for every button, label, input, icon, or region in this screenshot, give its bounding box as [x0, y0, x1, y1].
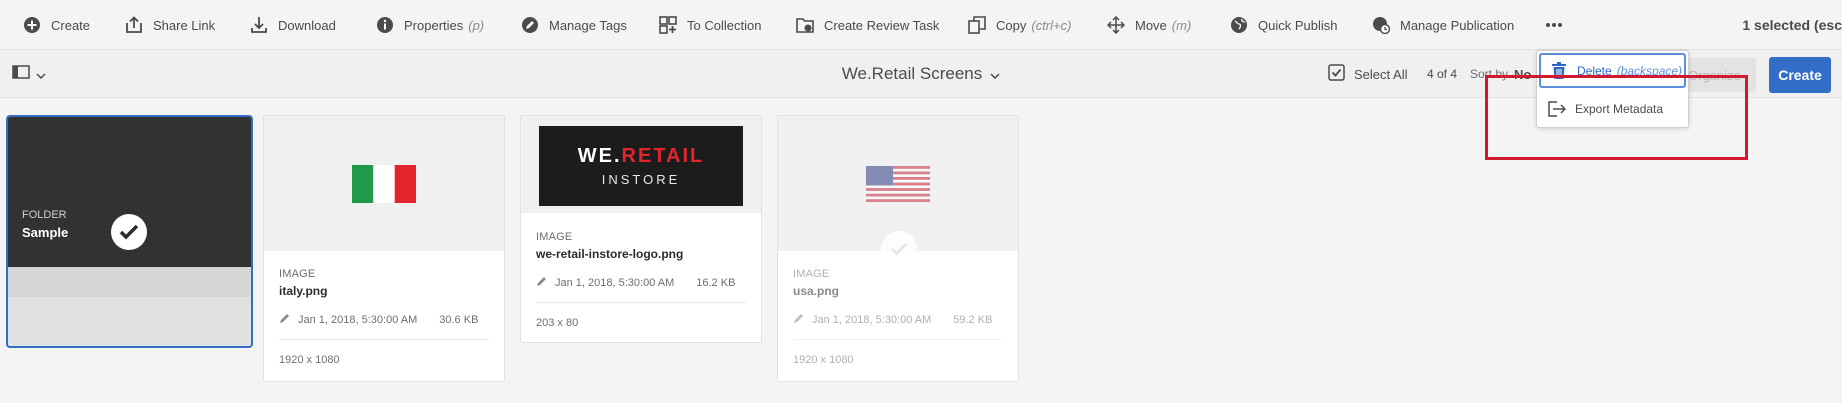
- card-info-row: Jan 1, 2018, 5:30:00 AM 30.6 KB: [279, 313, 489, 340]
- pencil-icon: [536, 276, 547, 290]
- card-kind: IMAGE: [536, 231, 573, 243]
- sidebar-icon: [12, 65, 30, 84]
- create-action-label: Create: [51, 17, 91, 33]
- page-title[interactable]: We.Retail Screens: [842, 64, 1000, 84]
- copy-label: Copy: [996, 17, 1027, 33]
- select-all-label: Select All: [1354, 66, 1408, 82]
- checkbox-checked-icon: [1328, 64, 1345, 84]
- properties-action[interactable]: Properties (p): [375, 0, 484, 50]
- folder-label: FOLDER Sample: [22, 209, 68, 240]
- create-review-task-label: Create Review Task: [824, 17, 940, 33]
- card-kind: IMAGE: [793, 268, 830, 280]
- chevron-down-icon: [36, 66, 46, 84]
- card-file-size: 59.2 KB: [953, 314, 993, 326]
- logo-text-instore: INSTORE: [601, 171, 681, 187]
- properties-shortcut: (p): [468, 17, 485, 33]
- download-label: Download: [278, 17, 336, 33]
- asset-meta: IMAGE usa.png Jan 1, 2018, 5:30:00 AM 59…: [793, 268, 1003, 366]
- properties-label: Properties: [404, 17, 464, 33]
- more-icon: [1544, 15, 1564, 35]
- folder-card-sample[interactable]: FOLDER Sample: [6, 115, 253, 348]
- card-modified-date: Jan 1, 2018, 5:30:00 AM: [812, 314, 932, 326]
- share-icon: [124, 15, 144, 35]
- logo-text-retail: RETAIL: [621, 144, 705, 167]
- highlight-annotation-box: [1485, 75, 1748, 160]
- action-bar: Create Share Link Download Properties (p)…: [0, 0, 1842, 50]
- card-title: italy.png: [279, 284, 328, 298]
- card-file-size: 30.6 KB: [439, 314, 479, 326]
- card-dimensions: 203 x 80: [536, 317, 579, 329]
- item-count: 4 of 4: [1427, 67, 1458, 81]
- download-icon: [249, 15, 269, 35]
- info-icon: [375, 15, 395, 35]
- card-dimensions: 1920 x 1080: [793, 354, 854, 366]
- more-actions-button[interactable]: [1544, 0, 1564, 50]
- quick-publish-label: Quick Publish: [1258, 17, 1338, 33]
- to-collection-label: To Collection: [687, 17, 762, 33]
- asset-meta: IMAGE we-retail-instore-logo.png Jan 1, …: [536, 231, 746, 329]
- logo-text-we: WE.: [577, 144, 622, 167]
- usa-flag-image: [866, 165, 930, 202]
- move-label: Move: [1135, 17, 1167, 33]
- card-modified-date: Jan 1, 2018, 5:30:00 AM: [298, 314, 418, 326]
- manage-tags-action[interactable]: Manage Tags: [520, 0, 627, 50]
- pencil-icon: [279, 313, 290, 327]
- asset-card-italy[interactable]: IMAGE italy.png Jan 1, 2018, 5:30:00 AM …: [263, 115, 505, 382]
- asset-thumbnail: [264, 116, 504, 251]
- manage-publication-label: Manage Publication: [1400, 17, 1515, 33]
- asset-card-logo[interactable]: WE.RETAIL INSTORE IMAGE we-retail-instor…: [520, 115, 762, 343]
- pencil-icon: [793, 313, 804, 327]
- italy-flag-image: [352, 164, 416, 203]
- move-shortcut: (m): [1171, 17, 1192, 33]
- card-file-size: 16.2 KB: [696, 277, 736, 289]
- globe-icon: [1229, 15, 1249, 35]
- card-dimensions: 1920 x 1080: [279, 354, 340, 366]
- manage-tags-label: Manage Tags: [549, 17, 627, 33]
- selection-count[interactable]: 1 selected (esc: [1742, 0, 1842, 50]
- chevron-down-icon: [990, 64, 1000, 84]
- selected-check-icon[interactable]: [111, 214, 147, 250]
- we-retail-logo-image: WE.RETAIL INSTORE: [539, 125, 743, 206]
- share-link-label: Share Link: [153, 17, 216, 33]
- card-title: we-retail-instore-logo.png: [536, 247, 684, 261]
- copy-action[interactable]: Copy (ctrl+c): [967, 0, 1071, 50]
- tag-icon: [520, 15, 540, 35]
- folder-footer: [8, 267, 251, 297]
- asset-meta: IMAGE italy.png Jan 1, 2018, 5:30:00 AM …: [279, 268, 489, 366]
- card-title: usa.png: [793, 284, 840, 298]
- rail-toggle-button[interactable]: [12, 65, 46, 84]
- card-title: Sample: [22, 225, 69, 240]
- card-kind: IMAGE: [279, 268, 316, 280]
- globe-clock-icon: [1371, 15, 1391, 35]
- page-title-text: We.Retail Screens: [841, 64, 983, 83]
- quick-publish-action[interactable]: Quick Publish: [1229, 0, 1337, 50]
- move-icon: [1106, 15, 1126, 35]
- collection-add-icon: [658, 15, 678, 35]
- asset-thumbnail: WE.RETAIL INSTORE: [521, 116, 761, 213]
- move-action[interactable]: Move (m): [1106, 0, 1191, 50]
- card-kind: FOLDER: [22, 209, 67, 221]
- create-action[interactable]: Create: [22, 0, 90, 50]
- plus-circle-icon: [22, 15, 42, 35]
- create-button[interactable]: Create: [1769, 57, 1831, 93]
- card-modified-date: Jan 1, 2018, 5:30:00 AM: [555, 277, 675, 289]
- manage-publication-action[interactable]: Manage Publication: [1371, 0, 1514, 50]
- select-all-button[interactable]: Select All: [1328, 50, 1407, 98]
- share-link-action[interactable]: Share Link: [124, 0, 215, 50]
- download-action[interactable]: Download: [249, 0, 336, 50]
- copy-shortcut: (ctrl+c): [1031, 17, 1072, 33]
- unselected-check-icon[interactable]: [881, 231, 917, 267]
- review-task-icon: [795, 15, 815, 35]
- to-collection-action[interactable]: To Collection: [658, 0, 761, 50]
- asset-card-usa[interactable]: IMAGE usa.png Jan 1, 2018, 5:30:00 AM 59…: [777, 115, 1019, 382]
- create-review-task-action[interactable]: Create Review Task: [795, 0, 939, 50]
- copy-icon: [967, 15, 987, 35]
- card-info-row: Jan 1, 2018, 5:30:00 AM 59.2 KB: [793, 313, 1003, 340]
- card-info-row: Jan 1, 2018, 5:30:00 AM 16.2 KB: [536, 276, 746, 303]
